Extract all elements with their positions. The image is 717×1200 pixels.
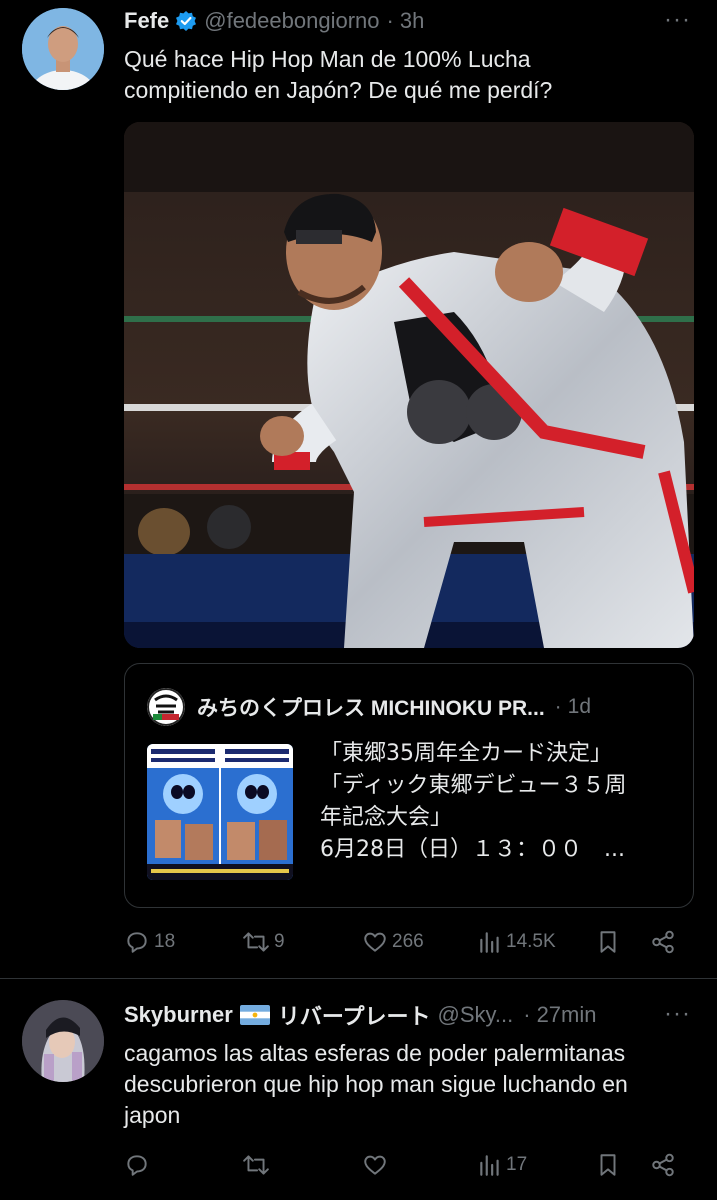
tweet-text-line: japon [124,1102,181,1128]
handle[interactable]: @fedeebongiorno [204,8,379,34]
quoted-text-line: 「東郷35周年全カード決定」 [320,741,612,766]
display-name-jp[interactable]: リバープレート [278,999,431,1031]
display-name[interactable]: Skyburner [124,1002,233,1028]
tweet-header: Skyburner リバープレート @Sky... · 27min [124,1000,596,1030]
argentina-flag-icon [239,1005,270,1025]
repost-count: 9 [274,931,285,952]
timestamp[interactable]: 27min [537,1002,597,1028]
bookmark-icon [596,1152,620,1178]
quoted-tweet[interactable]: みちのくプロレス MICHINOKU PR... · 1d 「東郷35周年全カー… [124,663,694,908]
analytics-icon [478,929,502,955]
heart-icon [362,929,388,955]
like-count: 266 [392,931,424,952]
avatar[interactable] [22,8,104,90]
quoted-text-line: 年記念大会」 [320,805,453,830]
reply-icon [124,1152,150,1178]
share-icon [650,929,676,955]
avatar[interactable] [22,1000,104,1082]
tweet-text: Qué hace Hip Hop Man de 100% Lucha compi… [124,44,694,106]
verified-badge-icon [175,10,197,32]
quoted-thumbnail[interactable] [147,744,293,880]
views-count: 14.5K [506,931,556,952]
heart-icon [362,1152,388,1178]
wrestler-photo [124,122,694,648]
quoted-text-line: 「ディック東郷デビュー３５周 [320,773,627,798]
display-name[interactable]: Fefe [124,8,169,34]
repost-icon [242,929,270,955]
repost-button[interactable]: 9 [242,929,285,955]
share-icon [650,1152,676,1178]
share-button[interactable] [650,1152,676,1178]
quoted-avatar[interactable] [147,688,185,726]
quoted-text: 「東郷35周年全カード決定」 「ディック東郷デビュー３５周 年記念大会」 6月2… [320,738,680,866]
bookmark-button[interactable] [596,929,620,955]
more-options-icon[interactable]: ··· [664,6,691,34]
repost-button[interactable] [242,1152,270,1178]
quoted-timestamp[interactable]: 1d [568,695,591,719]
tweet-image[interactable] [124,122,694,648]
tweet-text-line: Qué hace Hip Hop Man de 100% Lucha [124,46,531,72]
reply-button[interactable] [124,1152,150,1178]
views-count: 17 [506,1154,528,1175]
quoted-text-line: 6月28日（日）１３：００ ... [320,837,625,862]
reply-count: 18 [154,931,176,952]
tweet-text-line: descubrieron que hip hop man sigue lucha… [124,1071,628,1097]
tweet-skyburner[interactable]: Skyburner リバープレート @Sky... · 27min ··· ca… [0,979,717,1200]
reply-button[interactable]: 18 [124,929,175,955]
action-bar: 18 9 266 14.5K [124,929,680,959]
handle[interactable]: @Sky... [438,1002,514,1028]
tweet-fefe[interactable]: Fefe @fedeebongiorno · 3h ··· Qué hace H… [0,0,717,978]
tweet-text-line: cagamos las altas esferas de poder paler… [124,1040,626,1066]
bookmark-icon [596,929,620,955]
more-options-icon[interactable]: ··· [664,1000,691,1028]
views-button[interactable]: 14.5K [478,929,556,955]
separator: · [554,695,562,718]
bookmark-button[interactable] [596,1152,620,1178]
repost-icon [242,1152,270,1178]
tweet-text-line: compitiendo en Japón? De qué me perdí? [124,77,553,103]
analytics-icon [478,1152,502,1178]
quoted-display-name[interactable]: みちのくプロレス MICHINOKU PR... [197,692,545,722]
share-button[interactable] [650,929,676,955]
quoted-header: みちのくプロレス MICHINOKU PR... · 1d [197,692,591,722]
tweet-text: cagamos las altas esferas de poder paler… [124,1038,704,1131]
like-button[interactable]: 266 [362,929,424,955]
action-bar: 17 [124,1152,680,1182]
timestamp[interactable]: 3h [400,8,424,34]
like-button[interactable] [362,1152,388,1178]
separator: · [523,1002,531,1027]
reply-icon [124,929,150,955]
views-button[interactable]: 17 [478,1152,527,1178]
tweet-header: Fefe @fedeebongiorno · 3h [124,6,424,36]
separator: · [386,8,394,33]
